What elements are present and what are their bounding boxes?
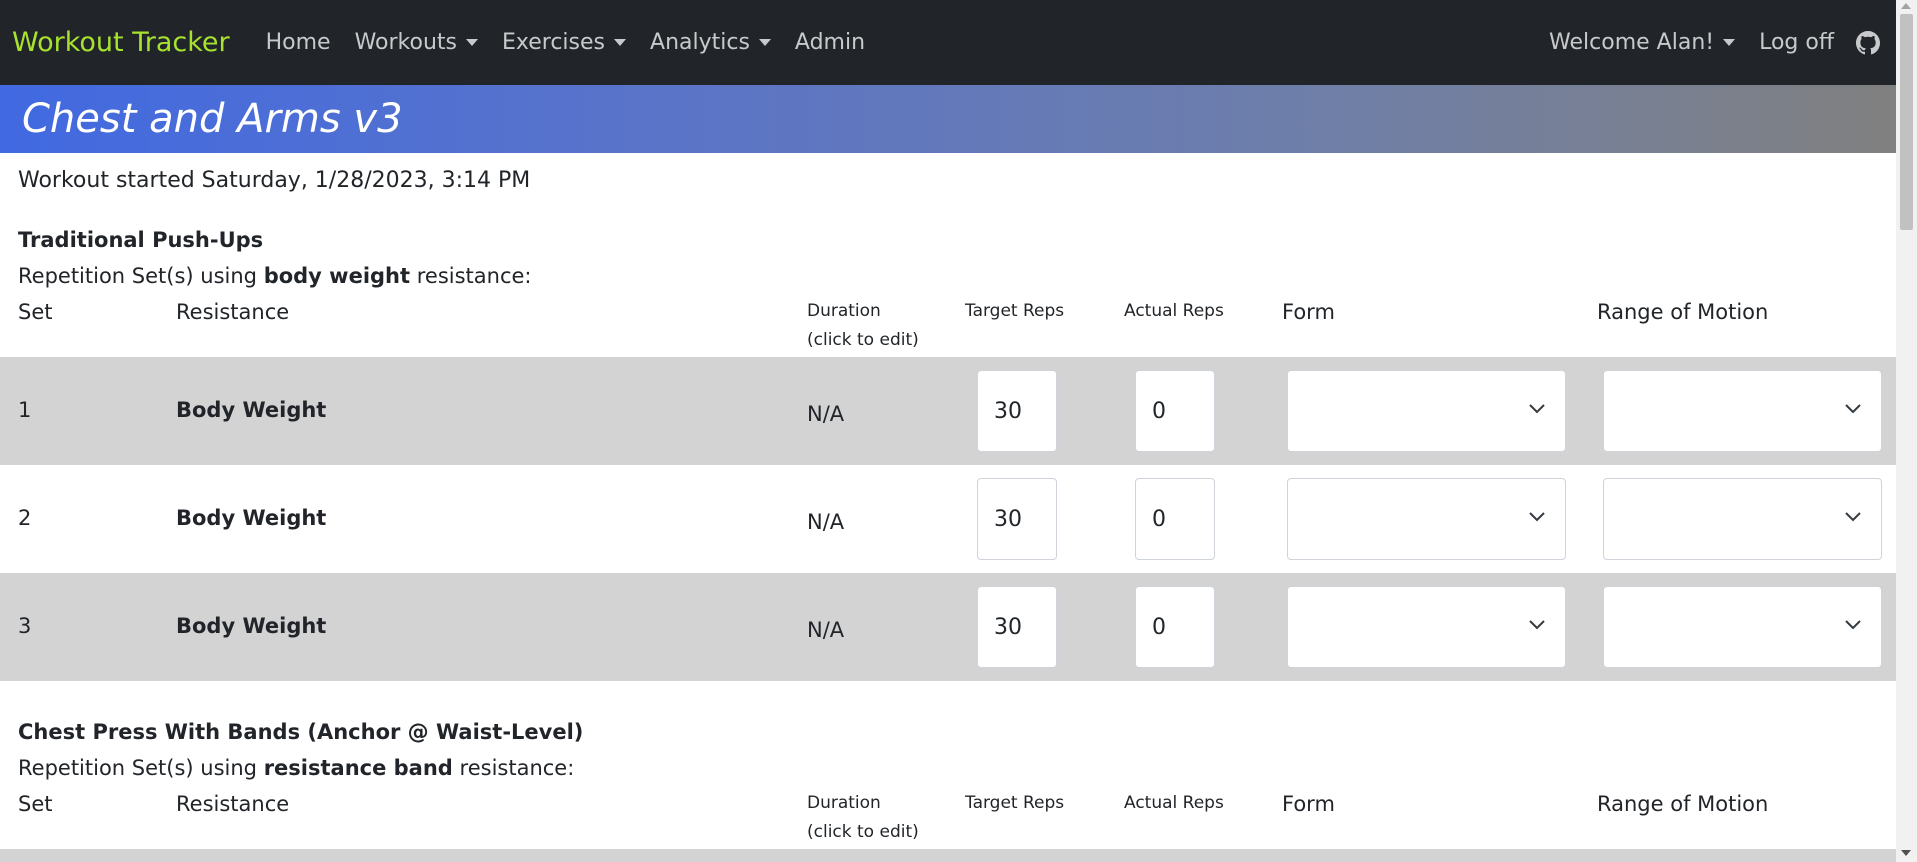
range-of-motion-select[interactable] [1603,478,1882,560]
table-row: 2 Body Weight N/A 30 0 [0,465,1896,573]
col-header-form: Form [1282,300,1335,324]
chevron-down-icon [1845,404,1861,414]
exercise-desc-suffix: resistance: [416,264,532,288]
range-of-motion-select[interactable] [1603,370,1882,452]
exercise-resistance-type: body weight [263,264,411,288]
caret-down-icon [614,39,627,46]
navbar: Workout Tracker Home Workouts Exercises … [0,0,1896,85]
col-header-actual-reps: Actual Reps [1124,301,1224,321]
exercise-desc-prefix: Repetition Set(s) using [18,756,257,780]
resistance-value: Body Weight [176,614,327,638]
caret-down-icon [758,39,771,46]
nav-workouts-label: Workouts [354,30,457,55]
scroll-up-icon[interactable] [1901,3,1911,9]
brand-link[interactable]: Workout Tracker [12,27,230,58]
exercise-resistance-type: resistance band [263,756,453,780]
logoff-label: Log off [1759,30,1834,55]
table-row: 3 Body Weight N/A 30 0 [0,573,1896,681]
col-header-resistance: Resistance [176,300,290,324]
col-header-set: Set [18,792,53,816]
form-select[interactable] [1287,370,1566,452]
nav-home[interactable]: Home [266,30,331,55]
col-header-range-of-motion: Range of Motion [1597,792,1769,816]
exercise-desc-prefix: Repetition Set(s) using [18,264,257,288]
nav-analytics-dropdown[interactable]: Analytics [650,30,771,55]
col-header-set: Set [18,300,53,324]
user-menu-dropdown[interactable]: Welcome Alan! [1549,30,1736,55]
col-header-target-reps: Target Reps [965,793,1065,813]
workout-started-text: Workout started Saturday, 1/28/2023, 3:1… [18,168,531,193]
welcome-label: Welcome Alan! [1549,30,1715,55]
form-select[interactable] [1287,478,1566,560]
col-header-form: Form [1282,792,1335,816]
set-number: 2 [18,506,32,530]
table-row: 1 Body Weight N/A 30 0 [0,357,1896,465]
resistance-value: Body Weight [176,506,327,530]
nav-home-label: Home [265,30,331,55]
col-header-range-of-motion: Range of Motion [1597,300,1769,324]
col-header-actual-reps: Actual Reps [1124,793,1224,813]
target-reps-input[interactable]: 30 [977,478,1057,560]
caret-down-icon [1723,39,1736,46]
col-header-duration: Duration (click to edit) [807,301,919,350]
exercise-name: Chest Press With Bands (Anchor @ Waist-L… [18,720,584,744]
table-row [0,849,1896,862]
form-select[interactable] [1287,586,1566,668]
exercise-desc-suffix: resistance: [459,756,575,780]
duration-value[interactable]: N/A [807,618,844,642]
chevron-down-icon [1845,512,1861,522]
chevron-down-icon [1529,512,1545,522]
scroll-thumb[interactable] [1900,14,1913,230]
set-number: 3 [18,614,32,638]
chevron-down-icon [1529,404,1545,414]
nav-workouts-dropdown[interactable]: Workouts [355,30,478,55]
nav-admin-label: Admin [794,30,866,55]
duration-value[interactable]: N/A [807,402,844,426]
col-header-target-reps: Target Reps [965,301,1065,321]
col-header-duration: Duration (click to edit) [807,793,919,842]
actual-reps-input[interactable]: 0 [1135,586,1215,668]
nav-exercises-label: Exercises [502,30,606,55]
exercise-description: Repetition Set(s) using body weight resi… [18,264,532,288]
exercise-name: Traditional Push-Ups [18,228,264,252]
vertical-scrollbar[interactable] [1896,0,1917,862]
workout-banner: Chest and Arms v3 [0,85,1896,153]
target-reps-input[interactable]: 30 [977,586,1057,668]
actual-reps-input[interactable]: 0 [1135,478,1215,560]
nav-right: Welcome Alan! Log off [1537,30,1884,55]
nav-admin[interactable]: Admin [795,30,865,55]
nav-exercises-dropdown[interactable]: Exercises [502,30,627,55]
col-header-resistance: Resistance [176,792,290,816]
resistance-value: Body Weight [176,398,327,422]
range-of-motion-select[interactable] [1603,586,1882,668]
set-number: 1 [18,398,32,422]
actual-reps-input[interactable]: 0 [1135,370,1215,452]
scroll-down-icon[interactable] [1901,850,1911,856]
logoff-link[interactable]: Log off [1759,30,1834,55]
exercise-description: Repetition Set(s) using resistance band … [18,756,574,780]
chevron-down-icon [1529,620,1545,630]
duration-value[interactable]: N/A [807,510,844,534]
chevron-down-icon [1845,620,1861,630]
workout-title: Chest and Arms v3 [22,96,403,142]
nav-analytics-label: Analytics [650,30,750,55]
github-icon[interactable] [1856,30,1880,55]
target-reps-input[interactable]: 30 [977,370,1057,452]
caret-down-icon [466,39,478,46]
